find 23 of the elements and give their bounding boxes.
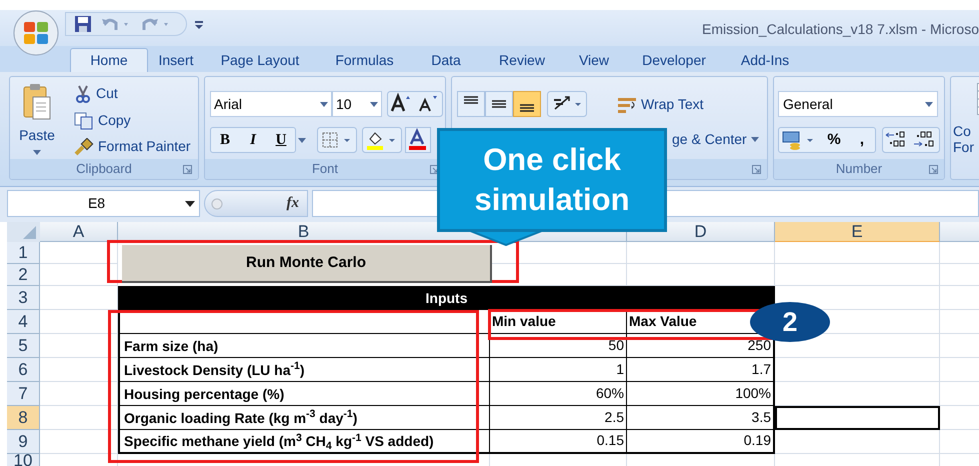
window-title: Emission_Calculations_v18 7.xlsm - Microso bbox=[702, 20, 979, 39]
group-label: Font bbox=[312, 160, 338, 178]
value-cell-text: 1.7 bbox=[752, 360, 771, 379]
callout-text: simulation bbox=[474, 181, 630, 219]
column-heading: Max Value bbox=[629, 312, 697, 331]
value-cell-text: 50 bbox=[608, 336, 624, 355]
row-label: Housing percentage (%) bbox=[124, 386, 284, 400]
group-label: Number bbox=[836, 160, 882, 178]
value-cell-text: 1 bbox=[616, 360, 624, 379]
value-cell-text: 60% bbox=[596, 384, 624, 403]
table-title: Inputs bbox=[426, 288, 468, 308]
group-label: Clipboard bbox=[76, 160, 132, 178]
value-cell-text: 3.5 bbox=[752, 408, 771, 427]
value-cell-text: 0.19 bbox=[744, 431, 771, 450]
column-heading: Min value bbox=[492, 312, 556, 331]
value-cell-text: 2.5 bbox=[604, 408, 624, 427]
value-cell-text: 0.15 bbox=[596, 431, 624, 450]
row-label: Livestock Density (LU ha$^{-1}$) bbox=[124, 362, 305, 376]
row-label: Farm size (ha) bbox=[124, 338, 218, 352]
callout-text: One click bbox=[483, 141, 621, 179]
value-cell-text: 100% bbox=[735, 384, 771, 403]
row-label: Specific methane yield (m$^{3}$ CH$_{4}$ kg$^{-1}$ VS added) bbox=[124, 434, 434, 448]
row-label: Organic loading Rate (kg m$^{-3}$ day$^{-1}$) bbox=[124, 410, 358, 424]
